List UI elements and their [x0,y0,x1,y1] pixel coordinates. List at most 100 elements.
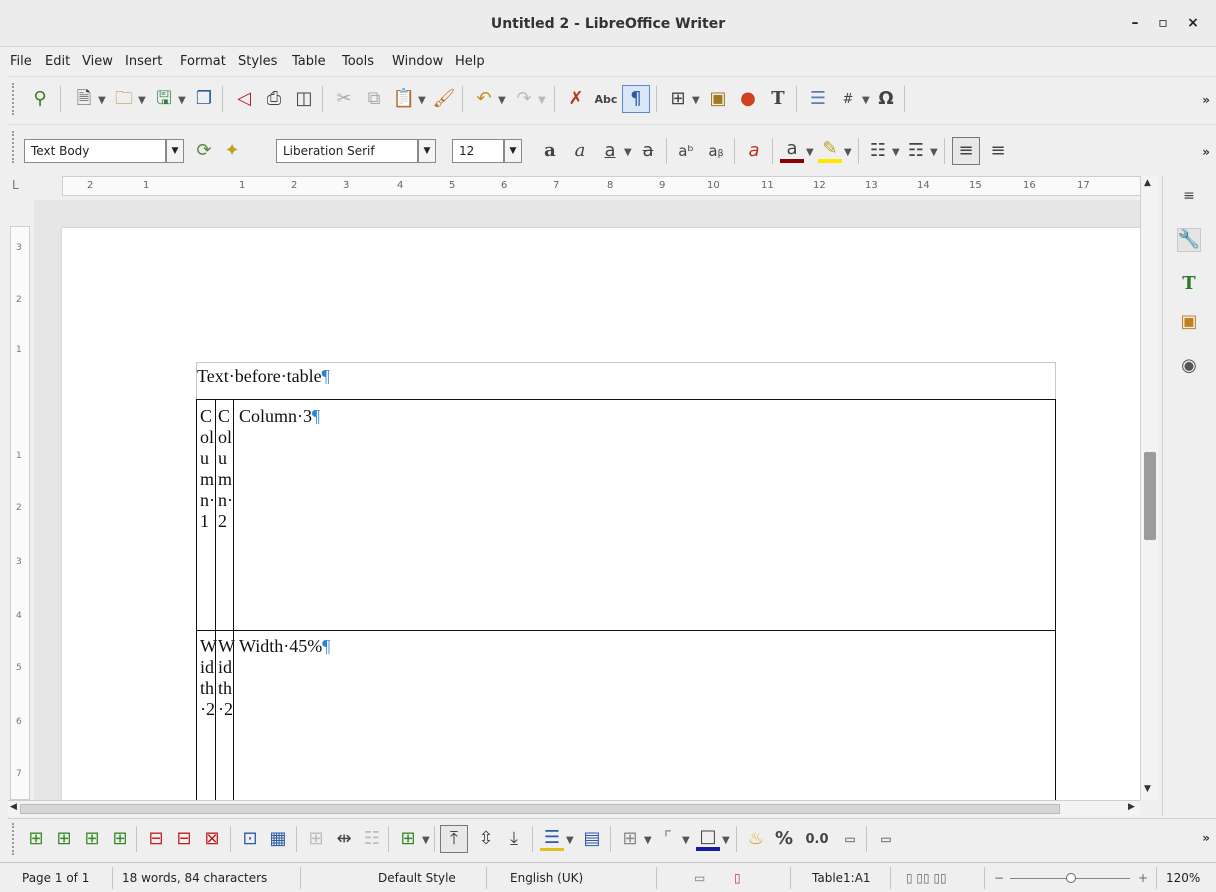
insert-chart-icon[interactable]: ● [736,87,760,111]
chevron-down-icon[interactable]: ▼ [178,95,186,106]
scroll-left-icon[interactable]: ◀ [10,802,17,812]
sidebar-menu-icon[interactable]: ≡ [1177,184,1201,208]
merge-cells-icon[interactable]: ⊞ [304,827,328,851]
table-cell-address[interactable]: Table1:A1 [812,871,871,885]
chevron-down-icon[interactable]: ▼ [862,95,870,106]
scrollbar-thumb[interactable] [20,804,1060,814]
selection-mode-icon[interactable]: ▯ [734,871,741,885]
insert-column-before-icon[interactable]: ⊞ [80,827,104,851]
table-cell-c1[interactable]: Column·3¶ [239,406,320,427]
table-cell-b1[interactable]: Column·2 [218,406,234,532]
chevron-down-icon[interactable]: ▼ [644,835,652,846]
horizontal-scrollbar[interactable]: ◀ ▶ [8,800,1140,816]
update-style-icon[interactable]: ⟳ [192,139,216,163]
align-left-icon[interactable]: ≡ [952,137,980,165]
paragraph-style-select[interactable]: Text Body [24,139,166,163]
chevron-down-icon[interactable]: ▼ [422,835,430,846]
new-style-icon[interactable]: ✦ [220,139,244,163]
menu-help[interactable]: Help [455,54,485,69]
toolbar-overflow-icon[interactable]: » [1202,93,1210,107]
print-icon[interactable]: ⎙ [262,87,286,111]
menu-file[interactable]: File [10,54,32,69]
insert-column-after-icon[interactable]: ⊞ [108,827,132,851]
page-break-icon[interactable]: ☰ [806,87,830,111]
maximize-button[interactable]: ▫ [1152,12,1174,34]
scroll-up-icon[interactable]: ▲ [1144,178,1151,188]
page-count[interactable]: Page 1 of 1 [22,871,89,885]
superscript-icon[interactable]: aᵇ [674,139,698,163]
export-pdf-icon[interactable]: ◁ [232,87,256,111]
scroll-down-icon[interactable]: ▼ [1144,784,1151,794]
insert-formula-icon[interactable]: ▭ [874,827,898,851]
chevron-down-icon[interactable]: ▼ [566,835,574,846]
print-preview-icon[interactable]: ◫ [292,87,316,111]
chevron-down-icon[interactable]: ▼ [844,147,852,158]
save-icon[interactable]: 🖫 [152,87,176,111]
clone-formatting-icon[interactable]: 🖌 [432,87,456,111]
copy-icon[interactable]: ⧉ [362,87,386,111]
view-layout-icon[interactable]: ▯ ▯▯ ▯▯ [906,871,947,885]
chevron-down-icon[interactable]: ▼ [538,95,546,106]
table-cell-a2[interactable]: Width·2 [200,636,217,720]
align-center-vertical-icon[interactable]: ⇳ [474,827,498,851]
page-style[interactable]: Default Style [378,871,456,885]
paragraph[interactable]: Text·before·table¶ [197,366,330,387]
language[interactable]: English (UK) [510,871,583,885]
delete-columns-icon[interactable]: ⊟ [172,827,196,851]
subscript-icon[interactable]: aᵦ [704,139,728,163]
zoom-slider-handle[interactable] [1066,873,1076,883]
insert-image-icon[interactable]: ▣ [706,87,730,111]
insert-caption-icon[interactable]: ☰ [540,827,564,851]
paste-icon[interactable]: 📋 [392,87,416,111]
number-format-percent-icon[interactable]: % [772,827,796,851]
font-name-select[interactable]: Liberation Serif [276,139,418,163]
menu-format[interactable]: Format [180,54,226,69]
gallery-icon[interactable]: ▣ [1177,310,1201,334]
styles-icon[interactable]: T [1177,272,1201,296]
insert-row-below-icon[interactable]: ⊞ [52,827,76,851]
split-cells-icon[interactable]: ⇹ [332,827,356,851]
spelling-icon[interactable]: Abc [594,87,618,111]
find-replace-icon[interactable]: ⚲ [28,87,52,111]
chevron-down-icon[interactable]: ▼ [624,147,632,158]
table-cell-b2[interactable]: Width·2 [218,636,235,720]
template-icon[interactable]: ❐ [192,87,216,111]
italic-icon[interactable]: a [568,139,592,163]
zoom-level[interactable]: 120% [1166,871,1200,885]
row-border[interactable] [197,630,1055,631]
strikethrough-icon[interactable]: a [636,139,660,163]
bullet-list-icon[interactable]: ☷ [866,139,890,163]
vertical-ruler[interactable]: 3 2 1 1 2 3 4 5 6 7 [10,226,30,800]
clear-formatting-icon[interactable]: a [742,139,766,163]
chevron-down-icon[interactable]: ▼ [498,95,506,106]
document-canvas[interactable]: Text·before·table¶ Column·1 Column·2 Col… [34,200,1140,800]
table[interactable]: Column·1 Column·2 Column·3¶ Width·2 Widt… [196,399,1056,800]
underline-icon[interactable]: a [598,139,622,163]
chevron-down-icon[interactable]: ▼ [692,95,700,106]
close-button[interactable]: × [1182,12,1204,34]
redo-icon[interactable]: ↷ [512,87,536,111]
formatting-marks-icon[interactable]: ¶ [622,85,650,113]
scrollbar-thumb[interactable] [1144,452,1156,540]
split-table-icon[interactable]: ☷ [360,827,384,851]
chevron-down-icon[interactable]: ▼ [504,139,522,163]
number-format-icon[interactable]: ▭ [838,827,862,851]
zoom-out-button[interactable]: − [994,871,1004,885]
table-cell-a1[interactable]: Column·1 [200,406,216,532]
table-cell-c2[interactable]: Width·45%¶ [239,636,330,657]
menu-edit[interactable]: Edit [45,54,70,69]
borders-icon[interactable]: ⊞ [618,827,642,851]
cut-icon[interactable]: ✂ [332,87,356,111]
bold-icon[interactable]: a [538,139,562,163]
chevron-down-icon[interactable]: ▼ [930,147,938,158]
select-cell-icon[interactable]: ⊡ [238,827,262,851]
insert-row-above-icon[interactable]: ⊞ [24,827,48,851]
open-folder-icon[interactable]: 🗀 [112,87,136,111]
chevron-down-icon[interactable]: ▼ [722,835,730,846]
toolbar-grip[interactable] [12,131,16,163]
toolbar-grip[interactable] [12,83,16,115]
chevron-down-icon[interactable]: ▼ [418,139,436,163]
chevron-down-icon[interactable]: ▼ [138,95,146,106]
tab-stop-selector[interactable]: L [12,178,19,192]
chevron-down-icon[interactable]: ▼ [418,95,426,106]
